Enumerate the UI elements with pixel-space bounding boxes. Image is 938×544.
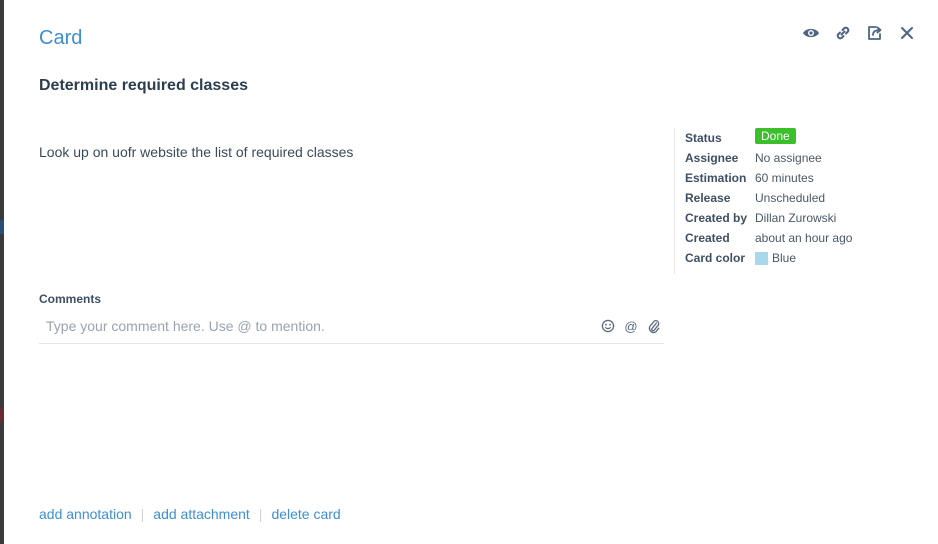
comments-label: Comments: [39, 292, 102, 306]
status-badge[interactable]: Done: [755, 128, 796, 144]
add-annotation-link[interactable]: add annotation: [39, 506, 132, 522]
meta-row-created-by: Created by Dillan Zurowski: [685, 208, 852, 228]
header-actions: [800, 22, 918, 44]
share-icon[interactable]: [864, 22, 886, 44]
created-by-value: Dillan Zurowski: [755, 211, 837, 225]
add-attachment-link[interactable]: add attachment: [153, 506, 250, 522]
meta-row-assignee: Assignee No assignee: [685, 148, 852, 168]
estimation-label: Estimation: [685, 171, 747, 185]
meta-row-release: Release Unscheduled: [685, 188, 852, 208]
delete-card-link[interactable]: delete card: [271, 506, 340, 522]
close-icon[interactable]: [896, 22, 918, 44]
link-icon[interactable]: [832, 22, 854, 44]
assignee-value[interactable]: No assignee: [755, 151, 822, 165]
card-meta-panel: Status Done Assignee No assignee Estimat…: [674, 128, 852, 274]
created-label: Created: [685, 231, 730, 245]
created-by-label: Created by: [685, 211, 748, 225]
card-color-label: Card color: [685, 251, 746, 265]
card-name[interactable]: Determine required classes: [39, 77, 248, 95]
background-edge: [0, 0, 4, 544]
card-description[interactable]: Look up on uofr website the list of requ…: [39, 144, 353, 160]
created-value: about an hour ago: [755, 231, 853, 245]
eye-icon[interactable]: [800, 22, 822, 44]
release-label: Release: [685, 191, 731, 205]
background-strip-red: [0, 408, 4, 422]
emoji-icon[interactable]: [600, 318, 616, 334]
meta-row-created: Created about an hour ago: [685, 228, 852, 248]
footer-separator: |: [258, 506, 263, 522]
card-footer-actions: add annotation | add attachment | delete…: [39, 506, 341, 522]
meta-row-status: Status Done: [685, 128, 852, 148]
paperclip-icon[interactable]: [646, 318, 662, 334]
assignee-label: Assignee: [685, 151, 739, 165]
card-color-name: Blue: [772, 251, 797, 265]
release-value[interactable]: Unscheduled: [755, 191, 825, 205]
meta-row-card-color: Card color Blue: [685, 248, 852, 268]
footer-separator: |: [140, 506, 145, 522]
color-swatch: [755, 251, 768, 265]
dialog-title: Card: [39, 27, 83, 49]
comment-input[interactable]: [39, 316, 593, 336]
comment-box: @: [39, 312, 664, 344]
meta-row-estimation: Estimation 60 minutes: [685, 168, 852, 188]
background-strip-blue: [0, 220, 4, 234]
estimation-value[interactable]: 60 minutes: [755, 171, 814, 185]
status-label: Status: [685, 131, 722, 145]
mention-icon[interactable]: @: [623, 318, 639, 334]
card-color-value[interactable]: Blue: [755, 251, 796, 265]
comment-tools: @: [600, 318, 662, 334]
